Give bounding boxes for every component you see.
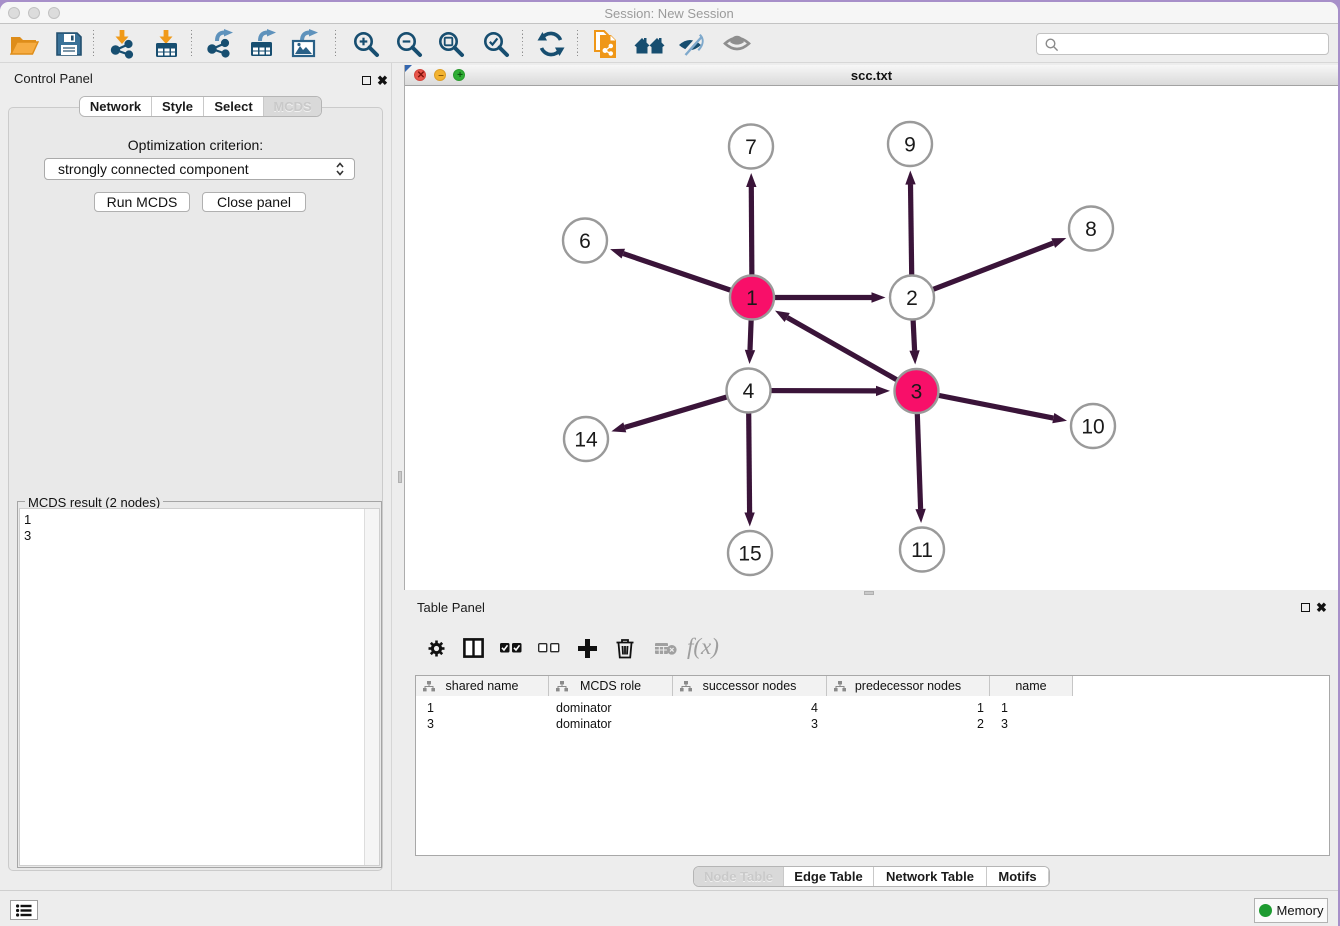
svg-text:7: 7 [745,136,757,159]
svg-text:6: 6 [579,230,591,253]
svg-text:2: 2 [906,287,918,310]
svg-text:14: 14 [574,429,598,452]
svg-text:15: 15 [738,543,761,566]
svg-text:3: 3 [911,381,923,404]
svg-text:1: 1 [746,287,758,310]
svg-text:4: 4 [743,380,755,403]
svg-text:11: 11 [911,539,933,562]
svg-text:8: 8 [1085,218,1097,241]
svg-text:9: 9 [904,134,916,157]
svg-text:10: 10 [1081,416,1104,439]
